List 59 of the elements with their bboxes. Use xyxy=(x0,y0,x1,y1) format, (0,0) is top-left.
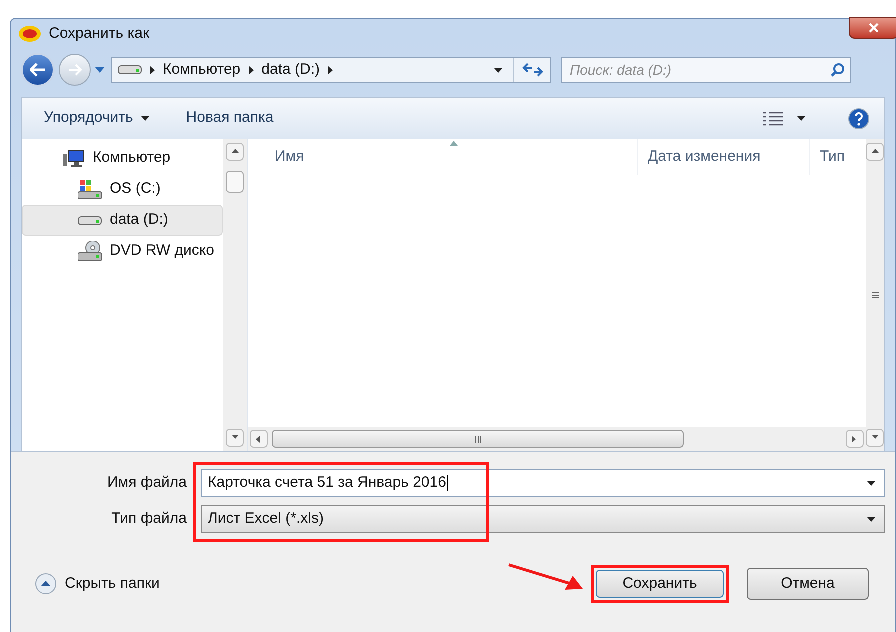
scroll-thumb[interactable] xyxy=(226,171,244,193)
caret-icon xyxy=(95,67,105,73)
horizontal-scrollbar[interactable] xyxy=(248,427,866,451)
caret-icon xyxy=(867,480,876,486)
close-button[interactable] xyxy=(849,17,896,39)
help-icon xyxy=(848,108,870,130)
filename-label: Имя файла xyxy=(106,472,188,493)
sidebar-item[interactable]: Компьютер xyxy=(22,143,223,174)
scroll-button[interactable] xyxy=(866,143,884,161)
column-header[interactable]: Тип xyxy=(810,146,846,168)
scroll-button[interactable] xyxy=(250,430,268,448)
save-button[interactable]: Сохранить xyxy=(596,570,724,598)
search-icon xyxy=(831,63,845,77)
caret-icon xyxy=(797,116,806,121)
breadcrumb-item[interactable]: data (D:) xyxy=(262,58,320,82)
arrow-right-icon xyxy=(68,64,82,76)
scrollbar[interactable] xyxy=(223,139,247,451)
collapse-icon xyxy=(35,573,57,595)
column-header[interactable]: Дата изменения xyxy=(638,139,810,175)
computer-icon xyxy=(63,150,85,168)
window-title: Сохранить как xyxy=(49,24,150,44)
sidebar-item[interactable]: DVD RW диско xyxy=(22,236,223,267)
dvd-drive-icon xyxy=(78,240,102,262)
arrow-left-icon xyxy=(30,63,46,77)
cancel-button[interactable]: Отмена xyxy=(747,568,869,600)
filetype-label: Тип файла xyxy=(110,508,188,529)
caret-icon xyxy=(494,68,503,72)
drive-icon xyxy=(78,180,102,200)
caret-icon xyxy=(867,516,876,522)
scroll-button[interactable] xyxy=(866,429,884,447)
scrollbar[interactable] xyxy=(866,139,884,451)
hide-folders-button[interactable]: Скрыть папки xyxy=(35,572,160,596)
grip-icon xyxy=(474,436,482,442)
grip-icon xyxy=(872,292,878,298)
scroll-button[interactable] xyxy=(226,429,244,447)
new-folder-button[interactable]: Новая папка xyxy=(186,107,274,130)
address-bar[interactable]: Компьютер data (D:) xyxy=(111,57,551,83)
organize-button[interactable]: Упорядочить xyxy=(44,107,150,130)
filename-field[interactable]: Карточка счета 51 за Январь 2016 xyxy=(201,469,885,497)
scroll-button[interactable] xyxy=(226,143,244,161)
sidebar-item[interactable]: data (D:) xyxy=(22,205,223,236)
chevron-icon xyxy=(328,66,333,74)
filetype-dropdown[interactable]: Лист Excel (*.xls) xyxy=(201,505,885,533)
chevron-icon xyxy=(248,66,254,74)
scroll-thumb[interactable] xyxy=(272,430,684,448)
back-button[interactable] xyxy=(21,53,55,87)
caret-icon xyxy=(141,116,150,121)
refresh-icon xyxy=(522,62,544,78)
chevron-icon xyxy=(150,66,155,74)
app-logo-icon xyxy=(19,26,41,42)
search-field[interactable]: Поиск: data (D:) xyxy=(561,57,851,83)
view-options-icon xyxy=(763,112,783,126)
scroll-button[interactable] xyxy=(846,430,864,448)
drive-icon xyxy=(78,216,102,226)
sidebar-item[interactable]: OS (C:) xyxy=(22,174,223,205)
close-icon xyxy=(869,23,879,33)
breadcrumb-item[interactable]: Компьютер xyxy=(163,58,241,82)
drive-icon xyxy=(118,65,142,75)
sort-arrow-icon xyxy=(450,141,458,146)
